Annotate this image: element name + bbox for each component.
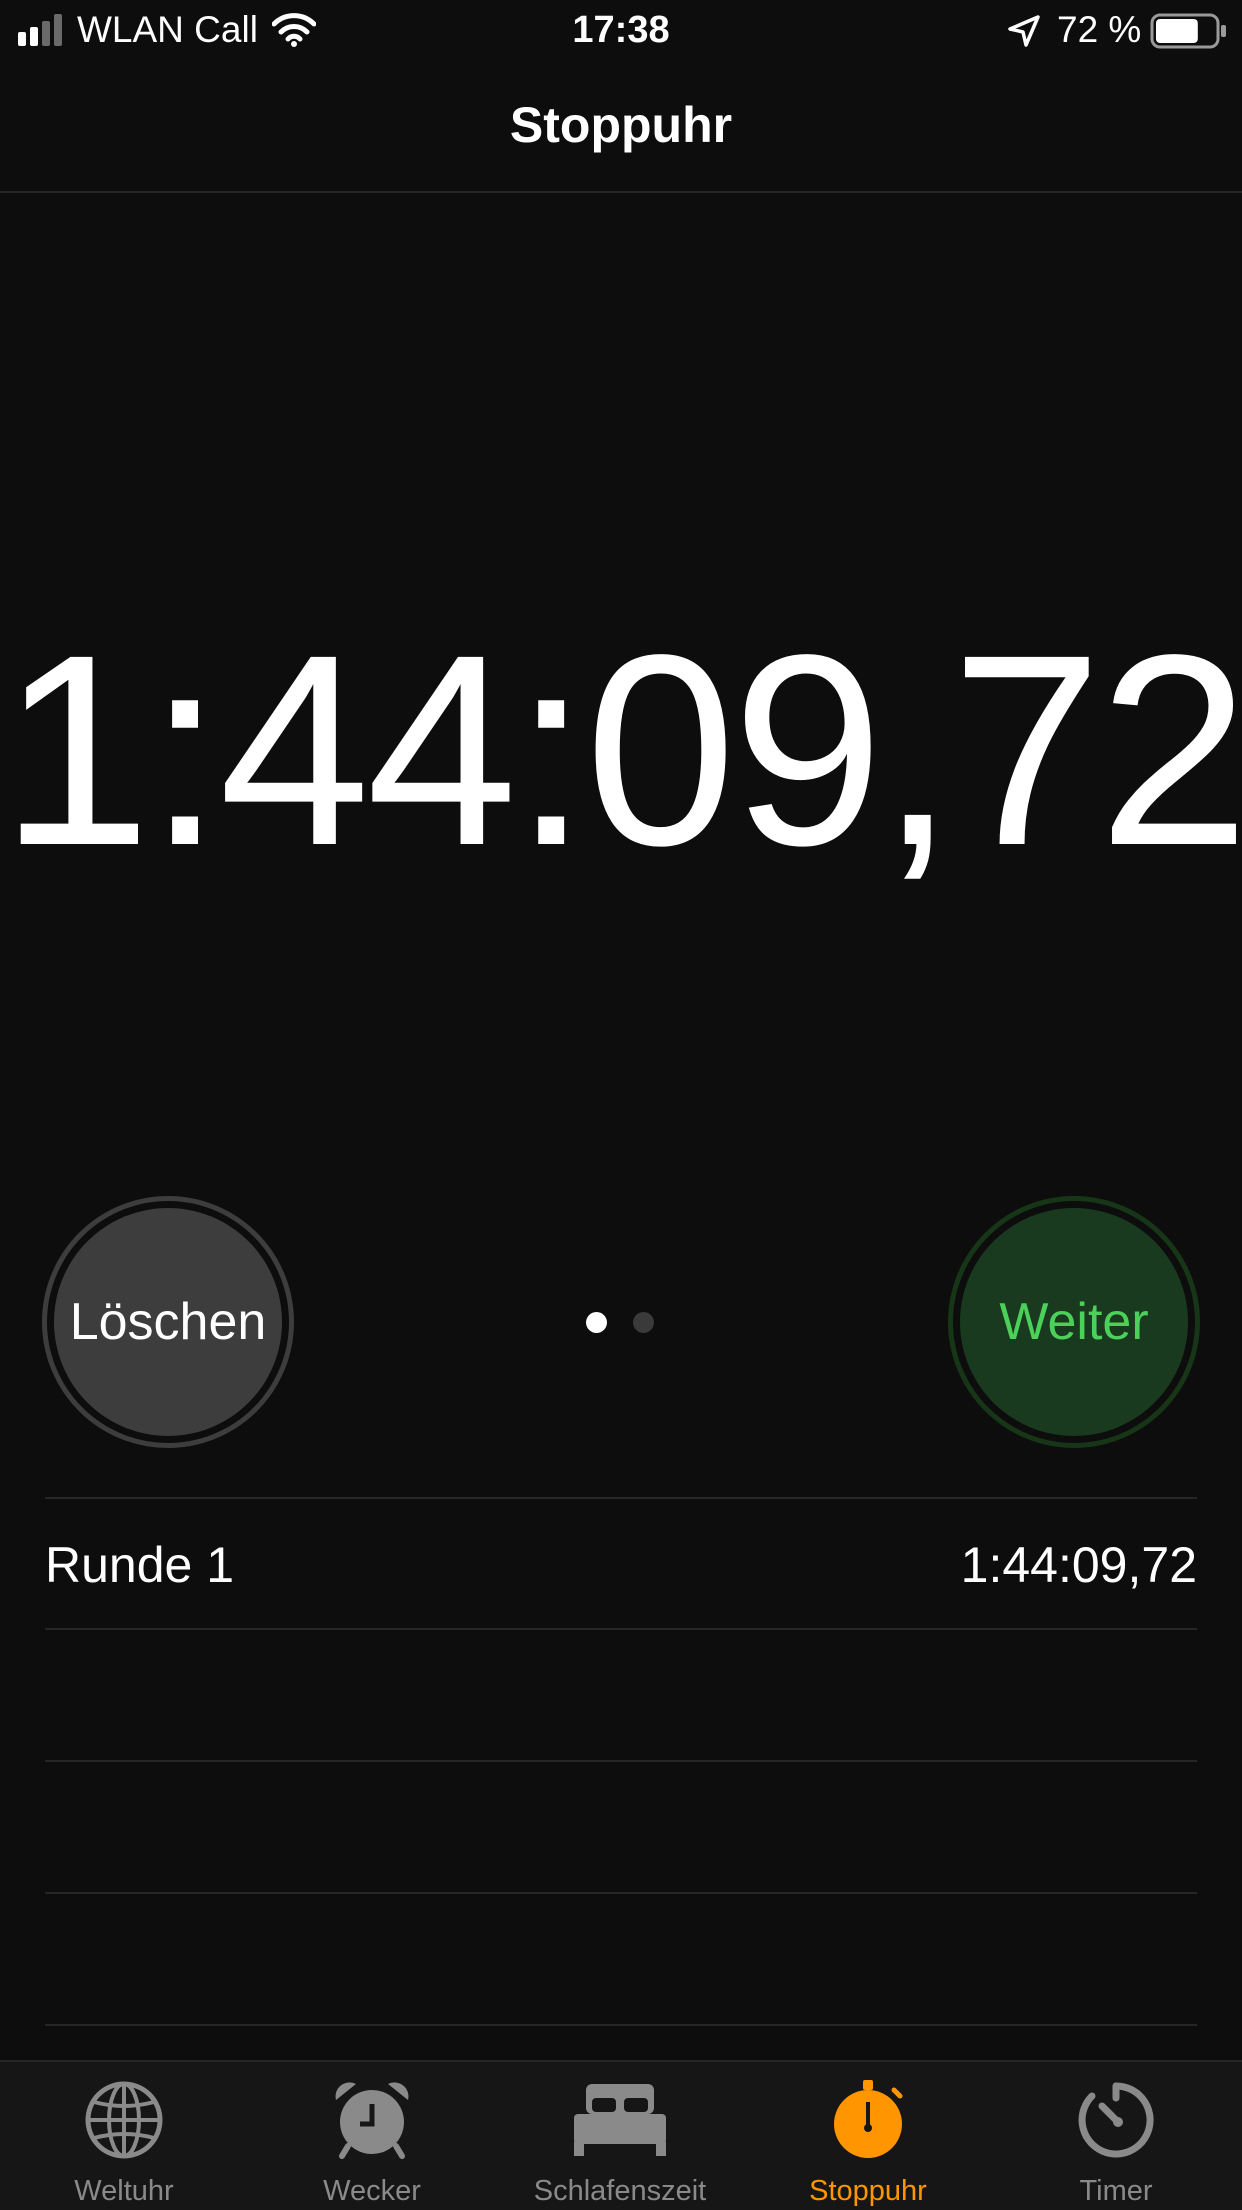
stopwatch-icon <box>834 2080 903 2158</box>
lap-row: Runde 1 1:44:09,72 <box>45 1500 1197 1630</box>
nav-divider <box>0 191 1242 193</box>
page-indicator[interactable] <box>586 1312 654 1334</box>
tab-label: Timer <box>1079 2175 1153 2207</box>
battery-percent: 72 % <box>1057 9 1142 50</box>
tab-stoppuhr[interactable]: Stoppuhr <box>744 2062 992 2210</box>
battery-icon <box>1150 13 1226 49</box>
lap-time: 1:44:09,72 <box>960 1537 1197 1593</box>
bed-icon <box>574 2084 666 2156</box>
tab-label: Wecker <box>323 2175 421 2207</box>
tab-label: Weltuhr <box>74 2175 174 2207</box>
resume-button-label: Weiter <box>960 1208 1188 1436</box>
alarm-clock-icon <box>335 2082 409 2159</box>
page-dot-active[interactable] <box>586 1312 607 1333</box>
lap-divider <box>45 1892 1197 1894</box>
tab-weltuhr[interactable]: Weltuhr <box>0 2062 248 2210</box>
resume-button[interactable]: Weiter <box>948 1196 1200 1448</box>
elapsed-time-display: 1:44:09,72 <box>0 598 1242 902</box>
reset-button[interactable]: Löschen <box>42 1196 294 1448</box>
lap-divider <box>45 1628 1197 1630</box>
tab-wecker[interactable]: Wecker <box>248 2062 496 2210</box>
tab-timer[interactable]: Timer <box>992 2062 1240 2210</box>
timer-icon <box>1078 2082 1154 2158</box>
lap-divider <box>45 2024 1197 2026</box>
tab-label: Schlafenszeit <box>533 2175 707 2207</box>
lap-divider <box>45 1760 1197 1762</box>
clock-time: 17:38 <box>572 9 670 51</box>
tab-label: Stoppuhr <box>809 2175 927 2207</box>
lap-label: Runde 1 <box>45 1537 235 1593</box>
status-bar: WLAN Call 17:38 72 % <box>0 0 1242 62</box>
page-dot-inactive[interactable] <box>633 1312 654 1333</box>
location-arrow-icon <box>1008 15 1040 47</box>
lap-divider <box>45 1497 1197 1499</box>
tab-bar: Weltuhr Wecker Schlafenszeit Stoppuhr Ti… <box>0 2060 1242 2210</box>
reset-button-label: Löschen <box>54 1208 282 1436</box>
tab-schlafenszeit[interactable]: Schlafenszeit <box>496 2062 744 2210</box>
page-title: Stoppuhr <box>509 97 733 153</box>
globe-icon <box>85 2081 163 2159</box>
